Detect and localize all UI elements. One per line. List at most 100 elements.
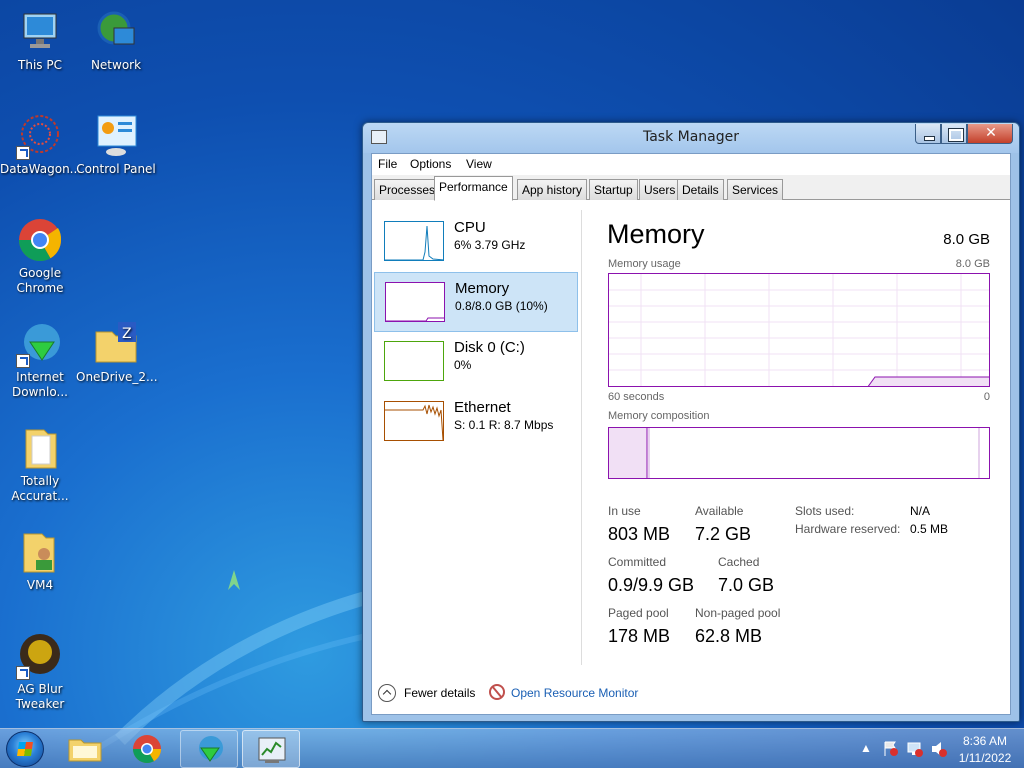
- desktop-icon-ag-blur-tweaker[interactable]: AG Blur Tweaker: [0, 632, 80, 712]
- desktop-icon-control-panel[interactable]: Control Panel: [76, 112, 156, 177]
- desktop-icon-network[interactable]: Network: [76, 8, 156, 73]
- shortcut-arrow-icon: [16, 146, 30, 160]
- memory-thumbnail-graph: [385, 282, 445, 322]
- resource-monitor-icon: [489, 684, 505, 700]
- action-center-flag-icon[interactable]: [882, 740, 900, 758]
- memory-composition-label: Memory composition: [608, 410, 710, 422]
- taskbar-google-chrome[interactable]: [118, 730, 176, 768]
- resource-item-ethernet[interactable]: Ethernet S: 0.1 R: 8.7 Mbps: [374, 392, 578, 452]
- window-client-area: File Options View Processes Performance …: [371, 153, 1011, 715]
- tab-performance[interactable]: Performance: [434, 176, 513, 201]
- fewer-details-button[interactable]: Fewer details: [404, 686, 475, 700]
- taskbar: ▲ 8:36 AM 1/11/2022: [0, 728, 1024, 768]
- desktop-icon-label: Google Chrome: [16, 266, 64, 295]
- memory-usage-max: 8.0 GB: [955, 258, 990, 270]
- resource-name: Disk 0 (C:): [454, 339, 525, 356]
- tray-chevron-up-icon[interactable]: ▲: [860, 741, 872, 755]
- datawagon-icon: [16, 112, 64, 160]
- desktop-icon-totally-accurate[interactable]: Totally Accurat...: [0, 424, 80, 504]
- slots-used-label: Slots used:: [795, 504, 855, 518]
- resource-item-disk[interactable]: Disk 0 (C:) 0%: [374, 332, 578, 392]
- task-manager-icon: [258, 737, 286, 763]
- title-bar[interactable]: Task Manager ✕: [363, 123, 1019, 153]
- folder-icon: [68, 739, 102, 762]
- available-label: Available: [695, 504, 744, 518]
- tab-users[interactable]: Users: [639, 179, 681, 200]
- in-use-value: 803 MB: [608, 524, 671, 544]
- svg-text:Z: Z: [122, 326, 132, 342]
- maximize-button[interactable]: [941, 124, 967, 144]
- resource-value: S: 0.1 R: 8.7 Mbps: [454, 418, 554, 432]
- memory-composition-bar: [608, 427, 990, 479]
- chevron-up-icon[interactable]: [378, 684, 396, 702]
- page-title: Memory: [607, 219, 705, 249]
- zip-folder-icon: Z: [92, 320, 140, 368]
- desktop-icon-google-chrome[interactable]: Google Chrome: [0, 216, 80, 296]
- user-folder-icon: [16, 528, 64, 576]
- cached-value: 7.0 GB: [718, 575, 775, 595]
- resource-item-memory[interactable]: Memory 0.8/8.0 GB (10%): [374, 272, 578, 332]
- clock-date[interactable]: 1/11/2022: [952, 751, 1018, 765]
- download-manager-icon: [199, 736, 223, 762]
- tab-app-history[interactable]: App history: [517, 179, 588, 200]
- minimize-button[interactable]: [915, 124, 941, 144]
- volume-muted-icon[interactable]: [930, 740, 948, 758]
- resource-value: 0.8/8.0 GB (10%): [455, 299, 548, 313]
- desktop-icon-label: Control Panel: [76, 162, 156, 176]
- menu-file[interactable]: File: [378, 157, 397, 171]
- committed-value: 0.9/9.9 GB: [608, 575, 695, 595]
- desktop-icon-internet-download-manager[interactable]: Internet Downlo...: [0, 320, 80, 400]
- tab-services[interactable]: Services: [727, 179, 784, 200]
- resource-name: Memory: [455, 280, 510, 297]
- clock-time[interactable]: 8:36 AM: [952, 734, 1018, 748]
- desktop-icon-this-pc[interactable]: This PC: [0, 8, 80, 73]
- taskbar-file-explorer[interactable]: [56, 730, 114, 768]
- desktop-icon-onedrive-zip[interactable]: Z OneDrive_2...: [76, 320, 158, 385]
- resource-value: 6% 3.79 GHz: [454, 238, 526, 252]
- desktop-icon-label: This PC: [18, 58, 62, 72]
- committed-label: Committed: [608, 555, 667, 569]
- shortcut-arrow-icon: [16, 354, 30, 368]
- hardware-reserved-value: 0.5 MB: [910, 522, 949, 536]
- resource-name: CPU: [454, 219, 486, 236]
- tab-processes[interactable]: Processes: [374, 179, 441, 200]
- resource-item-cpu[interactable]: CPU 6% 3.79 GHz: [374, 212, 578, 272]
- open-resource-monitor-link[interactable]: Open Resource Monitor: [511, 686, 638, 700]
- time-zero-label: 0: [983, 391, 990, 403]
- control-panel-icon: [92, 112, 140, 160]
- desktop-icon-label: Internet Downlo...: [12, 370, 68, 399]
- desktop-icon-vm4[interactable]: VM4: [0, 528, 80, 593]
- memory-usage-label: Memory usage: [608, 258, 681, 270]
- folder-icon: [16, 424, 64, 472]
- memory-total: 8.0 GB: [943, 231, 990, 248]
- desktop-icon-label: OneDrive_2...: [76, 370, 158, 384]
- memory-usage-graph: [608, 273, 990, 387]
- desktop-icon-label: Network: [90, 58, 142, 72]
- taskbar-internet-download-manager[interactable]: [180, 730, 238, 768]
- menu-bar: File Options View: [372, 154, 1010, 174]
- chrome-icon: [16, 216, 64, 264]
- close-button[interactable]: ✕: [967, 124, 1013, 144]
- cpu-thumbnail-graph: [384, 221, 444, 261]
- menu-options[interactable]: Options: [410, 157, 451, 171]
- network-icon: [92, 8, 140, 56]
- tab-details[interactable]: Details: [677, 179, 724, 200]
- start-button[interactable]: [6, 731, 44, 767]
- tab-startup[interactable]: Startup: [589, 179, 638, 200]
- non-paged-pool-label: Non-paged pool: [695, 606, 781, 620]
- computer-icon: [16, 8, 64, 56]
- menu-view[interactable]: View: [466, 157, 492, 171]
- available-value: 7.2 GB: [695, 524, 752, 544]
- disk-thumbnail-graph: [384, 341, 444, 381]
- pane-divider: [581, 210, 582, 665]
- time-span-label: 60 seconds: [608, 391, 665, 403]
- ag-blur-tweaker-icon: [16, 632, 64, 680]
- hardware-reserved-label: Hardware reserved:: [795, 522, 901, 536]
- cached-label: Cached: [718, 555, 760, 569]
- slots-used-value: N/A: [910, 504, 931, 518]
- footer-bar: Fewer details Open Resource Monitor: [372, 676, 1010, 714]
- taskbar-task-manager[interactable]: [242, 730, 300, 768]
- desktop-icon-datawagon[interactable]: DataWagon...: [0, 112, 81, 177]
- download-manager-icon: [16, 320, 64, 368]
- network-status-icon[interactable]: [906, 740, 924, 758]
